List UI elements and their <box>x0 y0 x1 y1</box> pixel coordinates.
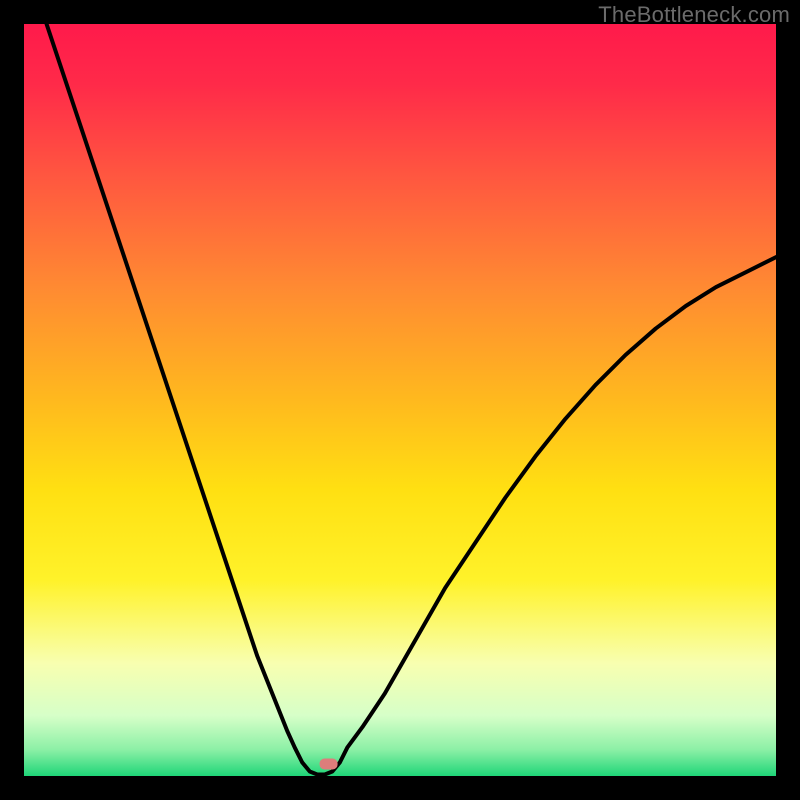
minimum-marker <box>320 759 338 770</box>
watermark-text: TheBottleneck.com <box>598 2 790 28</box>
chart-svg <box>24 24 776 776</box>
chart-plot-area <box>24 24 776 776</box>
chart-frame <box>24 24 776 776</box>
